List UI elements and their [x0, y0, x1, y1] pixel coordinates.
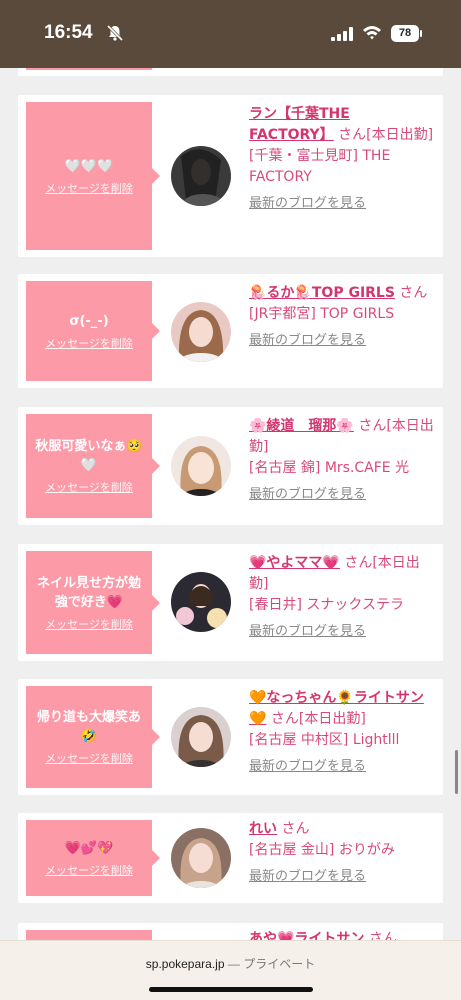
list-item: 秋服可愛いなぁ🥺🤍 メッセージを削除 🌸綾道 瑠那🌸 さん[本日出勤] [名古屋… — [18, 407, 443, 525]
shop-name: [春日井] スナックステラ — [249, 597, 404, 613]
list-item: 帰り道も大爆笑あ🤣 メッセージを削除 🧡なっちゃん🌻ライトサン🧡 さん[本日出勤… — [18, 679, 443, 795]
latest-blog-link[interactable]: 最新のブログを見る — [249, 866, 435, 887]
cast-suffix: さん[本日出勤] — [270, 711, 366, 727]
cast-info: ラン【千葉THE FACTORY】 さん[本日出勤] [千葉・富士見町] THE… — [249, 104, 435, 214]
cast-name-link[interactable]: れい — [249, 821, 277, 837]
cast-name-link[interactable]: ラン【千葉THE FACTORY】 — [249, 106, 350, 143]
latest-blog-link[interactable]: 最新のブログを見る — [249, 621, 435, 642]
delete-message-link[interactable]: メッセージを削除 — [45, 750, 133, 766]
avatar[interactable] — [171, 707, 231, 767]
cast-info: 🪼るか🪼TOP GIRLS さん [JR宇都宮] TOP GIRLS 最新のブロ… — [249, 283, 435, 351]
avatar[interactable] — [171, 146, 231, 206]
cast-suffix: さん[本日出勤] — [338, 127, 434, 143]
cellular-signal-icon — [331, 27, 353, 41]
latest-blog-link[interactable]: 最新のブログを見る — [249, 330, 435, 351]
status-bar: 16:54 78 — [0, 0, 461, 68]
delete-message-link[interactable]: メッセージを削除 — [45, 479, 133, 495]
list-item: σ(-_-) メッセージを削除 🪼るか🪼TOP GIRLS さん [JR宇都宮]… — [18, 274, 443, 388]
latest-blog-link[interactable]: 最新のブログを見る — [249, 193, 435, 214]
battery-level: 78 — [391, 25, 419, 42]
message-bubble: σ(-_-) メッセージを削除 — [26, 281, 160, 381]
latest-blog-link[interactable]: 最新のブログを見る — [249, 756, 435, 777]
private-mode-label: — プライベート — [227, 957, 316, 971]
shop-name: [JR宇都宮] TOP GIRLS — [249, 306, 395, 322]
delete-message-link[interactable]: メッセージを削除 — [45, 180, 133, 196]
message-list: 🤍🤍🤍 メッセージを削除 ラン【千葉THE FACTORY】 さん[本日出勤] … — [0, 68, 461, 940]
delete-message-link[interactable]: メッセージを削除 — [45, 335, 133, 351]
scrollbar[interactable] — [455, 750, 458, 794]
cast-name-link[interactable]: 🪼るか🪼TOP GIRLS — [249, 285, 395, 301]
cast-info: あや💗ライトサン さん — [249, 929, 435, 940]
message-bubble: 帰り道も大爆笑あ🤣 メッセージを削除 — [26, 686, 160, 788]
cast-name-link[interactable]: 🌸綾道 瑠那🌸 — [249, 418, 354, 434]
url-domain: sp.pokepara.jp — [145, 957, 225, 971]
bell-slash-icon — [106, 24, 124, 42]
address-bar[interactable]: sp.pokepara.jp — プライベート — [0, 955, 461, 972]
message-bubble: ネイル見せ方が勉強で好き💗 メッセージを削除 — [26, 551, 160, 654]
list-item: 🤍🤍🤍 メッセージを削除 ラン【千葉THE FACTORY】 さん[本日出勤] … — [18, 95, 443, 257]
avatar[interactable] — [171, 572, 231, 632]
latest-blog-link[interactable]: 最新のブログを見る — [249, 484, 435, 505]
delete-message-link[interactable]: メッセージを削除 — [45, 862, 133, 878]
home-indicator[interactable] — [149, 987, 313, 992]
avatar[interactable] — [171, 828, 231, 888]
cast-suffix: さん — [399, 285, 428, 301]
shop-name: [千葉・富士見町] THE FACTORY — [249, 148, 391, 185]
message-bubble: 秋服可愛いなぁ🥺🤍 メッセージを削除 — [26, 414, 160, 518]
message-text: 秋服可愛いなぁ🥺🤍 — [35, 439, 143, 473]
message-bubble: 💗💕💖 メッセージを削除 — [26, 820, 160, 896]
message-text: 💗💕💖 — [64, 840, 114, 856]
cast-info: 🧡なっちゃん🌻ライトサン🧡 さん[本日出勤] [名古屋 中村区] Lightll… — [249, 688, 435, 777]
list-item-partial — [18, 68, 443, 76]
shop-name: [名古屋 錦] Mrs.CAFE 光 — [249, 460, 410, 476]
cast-info: 🌸綾道 瑠那🌸 さん[本日出勤] [名古屋 錦] Mrs.CAFE 光 最新のブ… — [249, 416, 435, 505]
cast-suffix: さん — [368, 931, 397, 940]
shop-name: [名古屋 金山] おりがみ — [249, 842, 395, 858]
list-item: あや💗ライトサン さん — [18, 923, 443, 940]
shop-name: [名古屋 中村区] Lightlll — [249, 732, 400, 748]
cast-suffix: さん — [281, 821, 310, 837]
message-text: ネイル見せ方が勉強で好き💗 — [36, 575, 141, 610]
wifi-icon — [363, 26, 381, 40]
cast-info: れい さん [名古屋 金山] おりがみ 最新のブログを見る — [249, 819, 435, 887]
list-item: ネイル見せ方が勉強で好き💗 メッセージを削除 💗やよママ💗 さん[本日出勤] [… — [18, 544, 443, 661]
delete-message-link[interactable]: メッセージを削除 — [45, 616, 133, 632]
message-bubble: 🤍🤍🤍 メッセージを削除 — [26, 102, 160, 250]
avatar[interactable] — [171, 436, 231, 496]
status-time: 16:54 — [44, 22, 93, 43]
browser-bottom-bar: sp.pokepara.jp — プライベート — [0, 940, 461, 1000]
message-text: σ(-_-) — [69, 313, 109, 329]
cast-name-link[interactable]: あや💗ライトサン — [249, 931, 364, 940]
list-item: 💗💕💖 メッセージを削除 れい さん [名古屋 金山] おりがみ 最新のブログを… — [18, 813, 443, 903]
cast-info: 💗やよママ💗 さん[本日出勤] [春日井] スナックステラ 最新のブログを見る — [249, 553, 435, 642]
message-text: 🤍🤍🤍 — [64, 158, 114, 174]
message-text: 帰り道も大爆笑あ🤣 — [36, 710, 141, 744]
battery-icon: 78 — [391, 25, 422, 42]
avatar[interactable] — [171, 302, 231, 362]
message-bubble — [26, 930, 152, 940]
cast-name-link[interactable]: 💗やよママ💗 — [249, 555, 340, 571]
